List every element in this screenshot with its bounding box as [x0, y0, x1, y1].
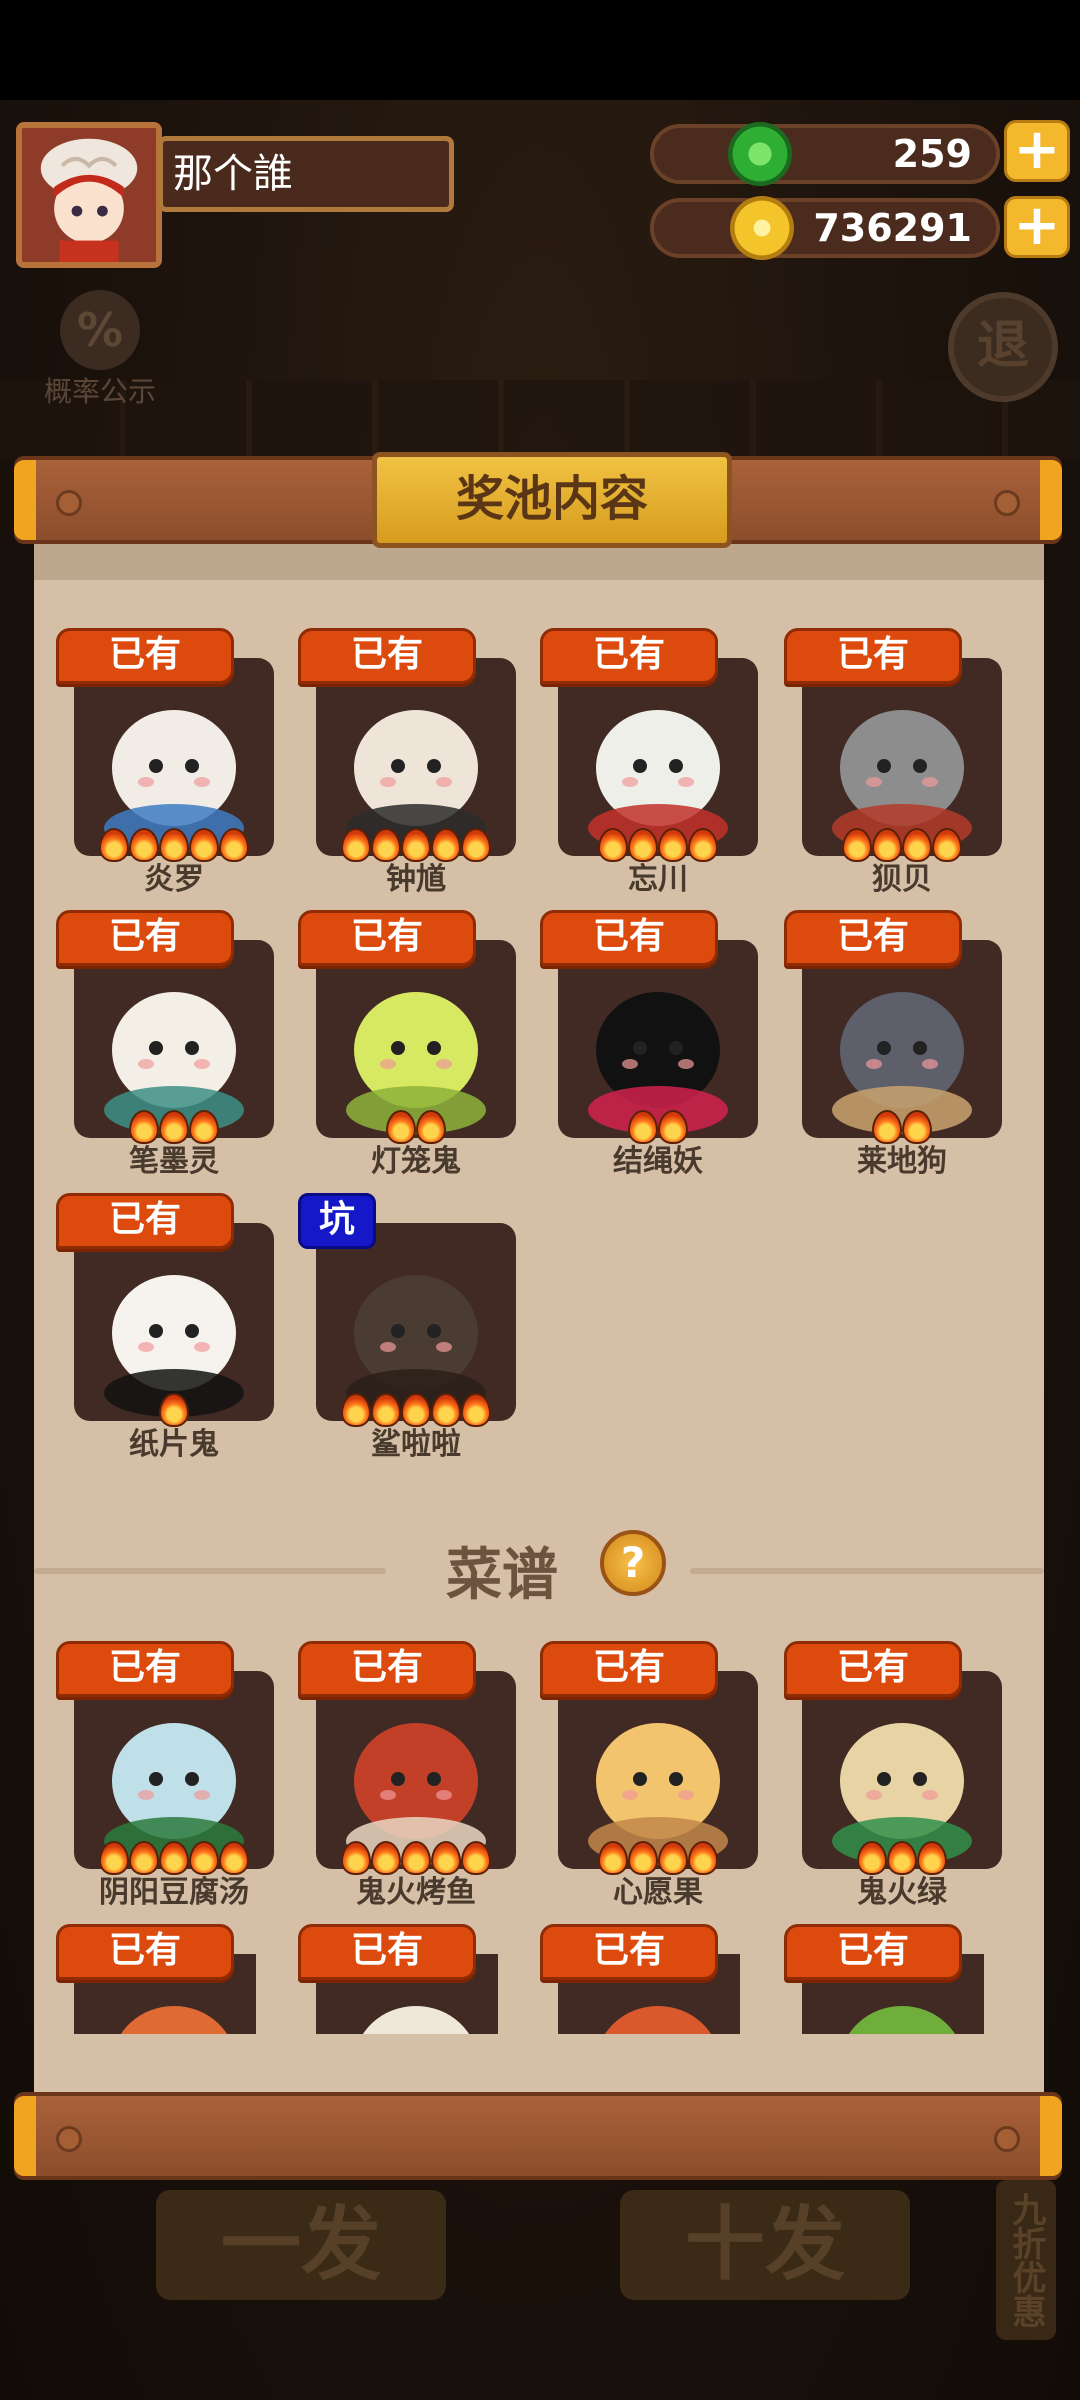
character-name: 灯笼鬼 — [371, 1144, 461, 1179]
owned-badge: 已有 — [540, 628, 718, 684]
recipe-portrait-icon — [316, 1671, 516, 1869]
character-name: 莱地狗 — [857, 1144, 947, 1179]
add-jade-button[interactable]: + — [1004, 120, 1070, 182]
recipe-portrait-icon — [74, 1671, 274, 1869]
divider-left — [34, 1568, 386, 1574]
character-card[interactable]: 已有钟馗 — [298, 628, 516, 897]
owned-badge: 已有 — [784, 910, 962, 966]
owned-badge: 已有 — [298, 1924, 476, 1980]
character-portrait-icon — [74, 658, 274, 856]
recipe-card[interactable]: 已有 — [540, 1924, 740, 2034]
character-portrait-icon — [74, 1223, 274, 1421]
draw-one-button[interactable]: 一发 — [156, 2190, 446, 2300]
percent-icon: % — [60, 290, 140, 370]
character-card[interactable]: 已有笔墨灵 — [56, 910, 274, 1179]
player-avatar[interactable] — [16, 122, 162, 268]
probability-label: 概率公示 — [43, 375, 156, 408]
owned-badge: 已有 — [56, 910, 234, 966]
jade-currency-bar: 259 — [650, 124, 1000, 184]
bolt-icon — [56, 2126, 82, 2152]
owned-badge: 已有 — [784, 628, 962, 684]
character-name: 炎罗 — [144, 862, 204, 897]
bolt-icon — [994, 490, 1020, 516]
character-portrait-icon — [802, 940, 1002, 1138]
help-icon[interactable]: ? — [600, 1530, 666, 1596]
recipe-portrait-icon — [558, 1671, 758, 1869]
owned-badge: 已有 — [56, 1193, 234, 1249]
jade-coin-icon — [728, 122, 792, 186]
panel-title: 奖池内容 — [372, 452, 732, 548]
recipe-card[interactable]: 已有鬼火绿 — [784, 1641, 1002, 1910]
draw-ten-button[interactable]: 十发 — [620, 2190, 910, 2300]
divider-right — [690, 1568, 1044, 1574]
character-name: 狈贝 — [872, 862, 932, 897]
owned-badge: 已有 — [540, 910, 718, 966]
character-portrait-icon — [316, 658, 516, 856]
recipe-section-title: 菜谱 — [446, 1543, 558, 1608]
pit-badge: 坑 — [298, 1193, 376, 1249]
avatar-portrait-icon — [22, 128, 156, 262]
owned-badge: 已有 — [56, 628, 234, 684]
owned-badge: 已有 — [540, 1641, 718, 1697]
character-portrait-icon — [316, 940, 516, 1138]
owned-badge: 已有 — [784, 1924, 962, 1980]
character-card[interactable]: 已有炎罗 — [56, 628, 274, 897]
recipe-name: 鬼火烤鱼 — [356, 1875, 476, 1910]
character-card[interactable]: 已有纸片鬼 — [56, 1193, 274, 1462]
recipe-card[interactable]: 已有 — [298, 1924, 498, 2034]
character-name: 忘川 — [628, 862, 688, 897]
owned-badge: 已有 — [298, 910, 476, 966]
exit-button[interactable]: 退 — [948, 292, 1058, 402]
character-portrait-icon — [802, 658, 1002, 856]
discount-tag: 九折优惠 — [996, 2180, 1056, 2340]
owned-badge: 已有 — [56, 1641, 234, 1697]
bolt-icon — [56, 490, 82, 516]
character-name: 结绳妖 — [613, 1144, 703, 1179]
character-name: 笔墨灵 — [129, 1144, 219, 1179]
gold-currency-bar: 736291 — [650, 198, 1000, 258]
owned-badge: 已有 — [784, 1641, 962, 1697]
gold-coin-icon — [730, 196, 794, 260]
character-card[interactable]: 已有狈贝 — [784, 628, 1002, 897]
character-card[interactable]: 已有灯笼鬼 — [298, 910, 516, 1179]
character-portrait-icon — [558, 658, 758, 856]
recipe-name: 心愿果 — [613, 1875, 703, 1910]
character-card[interactable]: 已有忘川 — [540, 628, 758, 897]
character-portrait-icon — [558, 940, 758, 1138]
recipe-card[interactable]: 已有阴阳豆腐汤 — [56, 1641, 274, 1910]
gold-amount: 736291 — [813, 206, 972, 250]
character-name: 钟馗 — [386, 862, 446, 897]
panel-bottom-board — [14, 2092, 1062, 2180]
recipe-card[interactable]: 已有心愿果 — [540, 1641, 758, 1910]
owned-badge: 已有 — [298, 628, 476, 684]
character-name: 纸片鬼 — [129, 1427, 219, 1462]
status-bar — [0, 0, 1080, 100]
character-card[interactable]: 坑鲨啦啦 — [298, 1193, 516, 1462]
recipe-portrait-icon — [802, 1671, 1002, 1869]
character-portrait-icon — [74, 940, 274, 1138]
character-portrait-icon — [316, 1223, 516, 1421]
recipe-section-header: 菜谱 ? — [34, 1528, 1044, 1608]
recipe-name: 阴阳豆腐汤 — [99, 1875, 249, 1910]
owned-badge: 已有 — [540, 1924, 718, 1980]
add-gold-button[interactable]: + — [1004, 196, 1070, 258]
jade-amount: 259 — [892, 132, 972, 176]
character-card[interactable]: 已有莱地狗 — [784, 910, 1002, 1179]
character-card[interactable]: 已有结绳妖 — [540, 910, 758, 1179]
owned-badge: 已有 — [56, 1924, 234, 1980]
recipe-card[interactable]: 已有鬼火烤鱼 — [298, 1641, 516, 1910]
recipe-card[interactable]: 已有 — [784, 1924, 984, 2034]
owned-badge: 已有 — [298, 1641, 476, 1697]
recipe-name: 鬼火绿 — [857, 1875, 947, 1910]
recipe-card[interactable]: 已有 — [56, 1924, 256, 2034]
probability-button[interactable]: % 概率公示 — [30, 290, 170, 410]
character-name: 鲨啦啦 — [371, 1427, 461, 1462]
bolt-icon — [994, 2126, 1020, 2152]
player-name: 那个誰 — [158, 136, 454, 212]
